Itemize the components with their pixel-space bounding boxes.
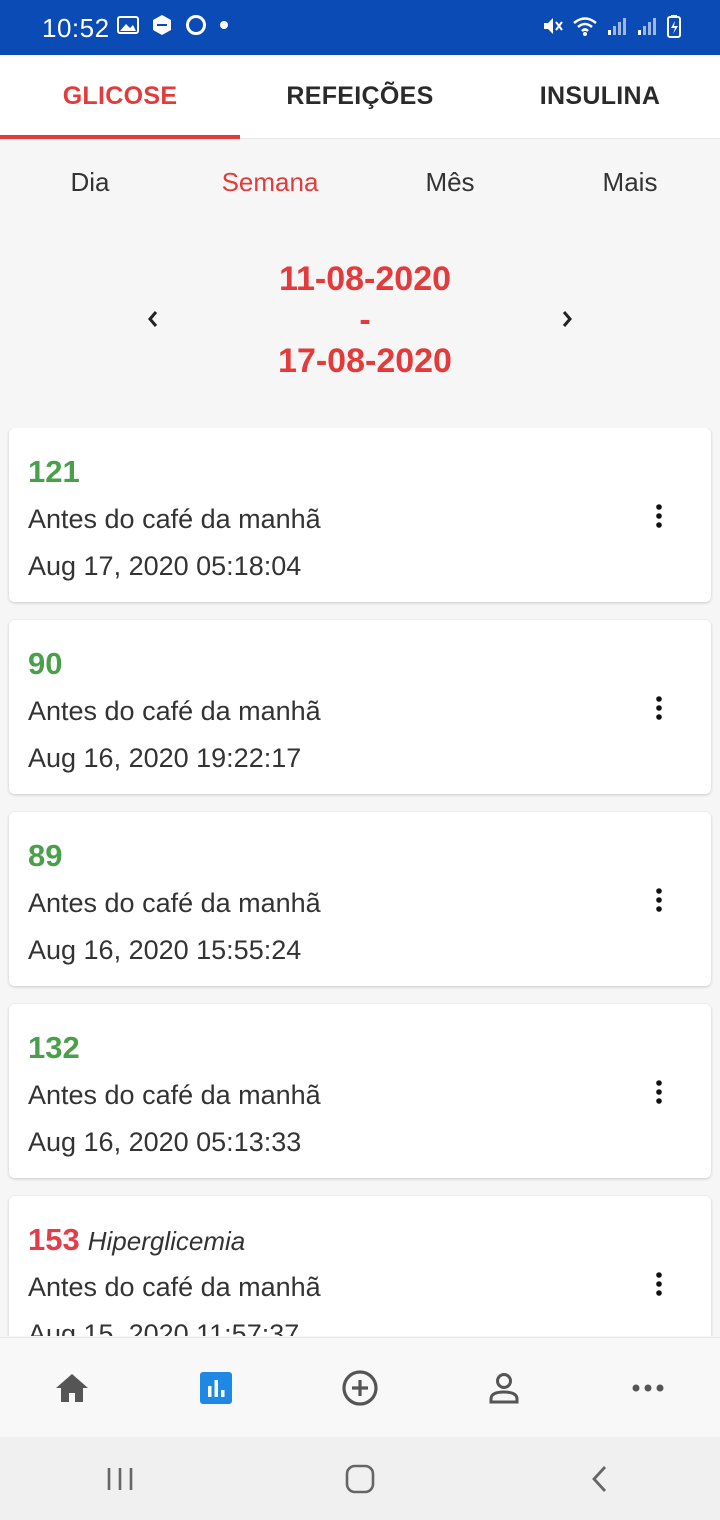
- glucose-entry-card[interactable]: 132 Antes do café da manhã Aug 16, 2020 …: [9, 1004, 711, 1178]
- meal-label: Antes do café da manhã: [28, 1080, 321, 1110]
- more-icon: [632, 1384, 664, 1391]
- previous-week-button[interactable]: [138, 304, 168, 334]
- period-selector: Dia Semana Mês Mais: [0, 140, 720, 224]
- date-range-end: 17-08-2020: [278, 342, 452, 380]
- top-tabs: GLICOSE REFEIÇÕES INSULINA: [0, 55, 720, 139]
- meal-label: Antes do café da manhã: [28, 888, 321, 918]
- period-semana[interactable]: Semana: [180, 140, 360, 224]
- glucose-entry-card[interactable]: 90 Antes do café da manhã Aug 16, 2020 1…: [9, 620, 711, 794]
- glucose-value: 90: [28, 646, 63, 681]
- nav-profile[interactable]: [432, 1338, 576, 1437]
- more-options-button[interactable]: [647, 886, 671, 914]
- back-button[interactable]: [480, 1437, 720, 1520]
- nav-charts[interactable]: [144, 1338, 288, 1437]
- date-range-start: 11-08-2020: [278, 260, 452, 298]
- status-time: 10:52: [42, 13, 110, 43]
- entry-datetime: Aug 15, 2020 11:57:37: [28, 1319, 300, 1336]
- more-options-button[interactable]: [647, 502, 671, 530]
- kebab-menu-icon: [656, 504, 662, 528]
- chevron-left-icon: [148, 311, 158, 327]
- nav-home[interactable]: [0, 1338, 144, 1437]
- signal-icon: [636, 15, 658, 37]
- meal-label: Antes do café da manhã: [28, 504, 321, 534]
- glucose-value: 89: [28, 838, 63, 873]
- date-range: 11-08-2020 - 17-08-2020: [0, 256, 720, 386]
- person-icon: [489, 1372, 519, 1403]
- entry-datetime: Aug 17, 2020 05:18:04: [28, 551, 302, 581]
- meal-label: Antes do café da manhã: [28, 696, 321, 726]
- more-options-button[interactable]: [647, 1078, 671, 1106]
- glucose-entry-card[interactable]: 153 Hiperglicemia Antes do café da manhã …: [9, 1196, 711, 1336]
- glucose-value: 153 Hiperglicemia: [28, 1222, 246, 1257]
- home-square-icon: [345, 1464, 375, 1493]
- more-options-button[interactable]: [647, 694, 671, 722]
- status-bar: 10:52: [0, 0, 720, 55]
- kebab-menu-icon: [656, 696, 662, 720]
- date-range-separator: -: [359, 301, 371, 339]
- period-dia[interactable]: Dia: [0, 140, 180, 224]
- glucose-value: 121: [28, 454, 80, 489]
- nav-add[interactable]: [288, 1338, 432, 1437]
- mute-icon: [540, 14, 564, 38]
- tab-glicose[interactable]: GLICOSE: [0, 55, 240, 139]
- entry-datetime: Aug 16, 2020 19:22:17: [28, 743, 302, 773]
- image-icon: [117, 15, 139, 35]
- recent-apps-button[interactable]: [0, 1437, 240, 1520]
- bottom-navigation: [0, 1337, 720, 1437]
- wifi-icon: [572, 15, 598, 37]
- meal-label: Antes do café da manhã: [28, 1272, 321, 1302]
- tab-refeicoes[interactable]: REFEIÇÕES: [240, 55, 480, 138]
- period-mais[interactable]: Mais: [540, 140, 720, 224]
- add-circle-icon: [342, 1369, 378, 1406]
- chart-icon: [200, 1371, 232, 1404]
- circle-icon: [185, 14, 207, 36]
- chevron-right-icon: [562, 311, 572, 327]
- period-mes[interactable]: Mês: [360, 140, 540, 224]
- kebab-menu-icon: [656, 1272, 662, 1296]
- more-options-button[interactable]: [647, 1270, 671, 1298]
- system-navigation: [0, 1437, 720, 1520]
- entry-datetime: Aug 16, 2020 15:55:24: [28, 935, 302, 965]
- recent-apps-icon: [107, 1467, 133, 1490]
- back-icon: [592, 1465, 607, 1492]
- home-icon: [56, 1373, 88, 1402]
- hyperglycemia-flag: Hiperglicemia: [87, 1226, 246, 1256]
- tab-insulina[interactable]: INSULINA: [480, 55, 720, 138]
- entry-datetime: Aug 16, 2020 05:13:33: [28, 1127, 302, 1157]
- kebab-menu-icon: [656, 1080, 662, 1104]
- glucose-value: 132: [28, 1030, 80, 1065]
- next-week-button[interactable]: [552, 304, 582, 334]
- signal-icon: [606, 15, 628, 37]
- dot-icon: [219, 20, 229, 30]
- shield-icon: [151, 14, 173, 36]
- glucose-entry-card[interactable]: 121 Antes do café da manhã Aug 17, 2020 …: [9, 428, 711, 602]
- glucose-entry-card[interactable]: 89 Antes do café da manhã Aug 16, 2020 1…: [9, 812, 711, 986]
- kebab-menu-icon: [656, 888, 662, 912]
- home-button[interactable]: [240, 1437, 480, 1520]
- glucose-list: 121 Antes do café da manhã Aug 17, 2020 …: [0, 428, 720, 1336]
- nav-more[interactable]: [576, 1338, 720, 1437]
- battery-icon: [666, 14, 682, 38]
